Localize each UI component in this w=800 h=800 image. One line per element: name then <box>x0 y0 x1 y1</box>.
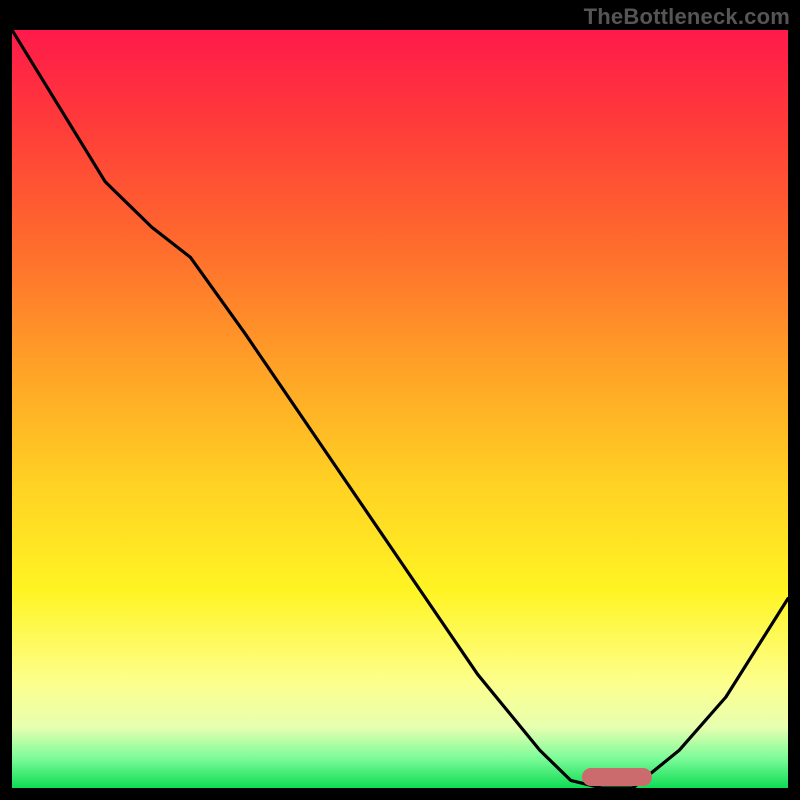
plot-area <box>12 30 788 788</box>
optimum-marker <box>582 768 652 786</box>
watermark-text: TheBottleneck.com <box>584 4 790 30</box>
curve-svg <box>12 30 788 788</box>
bottleneck-curve <box>12 30 788 788</box>
chart-stage: TheBottleneck.com <box>0 0 800 800</box>
